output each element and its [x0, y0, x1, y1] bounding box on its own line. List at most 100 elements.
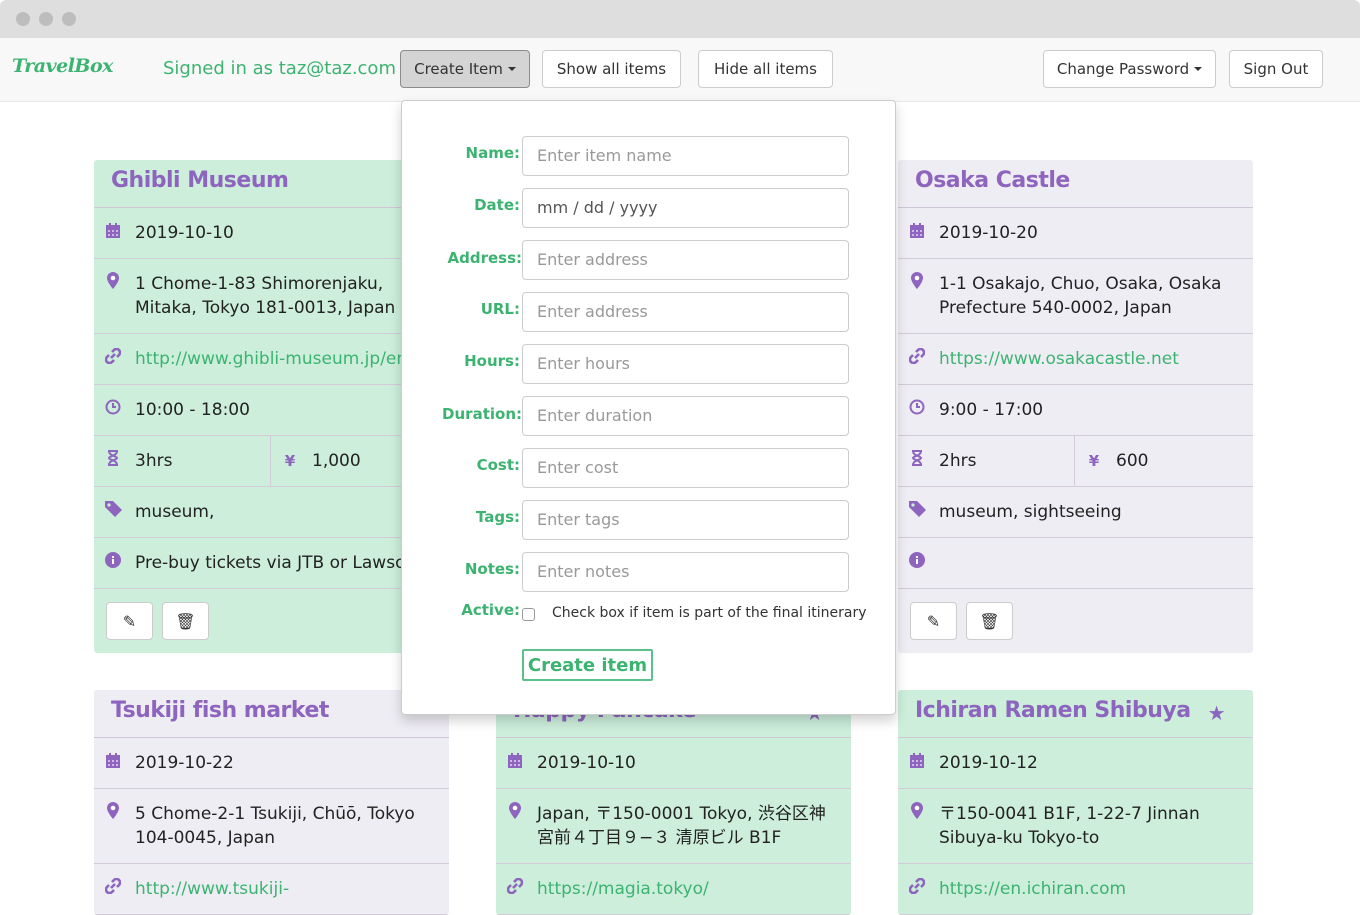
card-title: Ghibli Museum	[94, 160, 449, 208]
minimize-window-button[interactable]	[39, 12, 53, 26]
window-titlebar	[0, 0, 1360, 38]
field-input[interactable]: Enter duration	[522, 396, 849, 436]
map-pin-icon	[908, 802, 926, 826]
field-label: URL:	[480, 300, 520, 318]
card-notes-row	[898, 538, 1253, 589]
close-window-button[interactable]	[16, 12, 30, 26]
create-item-label: Create Item	[414, 60, 503, 78]
field-placeholder: Enter notes	[537, 562, 630, 581]
card-tags: museum, sightseeing	[939, 502, 1122, 522]
card-duration-cost-row: 3hrs ¥1,000	[94, 436, 449, 487]
field-input[interactable]: mm / dd / yyyy	[522, 188, 849, 228]
card-url-row: https://en.ichiran.com	[898, 864, 1253, 915]
card-url-link[interactable]: http://www.tsukiji-	[135, 877, 289, 901]
item-card: Ghibli Museum 2019-10-10 1 Chome-1-83 Sh…	[94, 160, 449, 653]
card-title: Osaka Castle	[898, 160, 1253, 208]
card-date: 2019-10-10	[135, 223, 234, 243]
field-input[interactable]: Enter tags	[522, 500, 849, 540]
caret-down-icon	[1194, 67, 1203, 71]
card-title-text: Ghibli Museum	[111, 168, 289, 193]
calendar-icon	[908, 221, 926, 245]
hourglass-icon	[104, 449, 122, 473]
form-row: Hours: Enter hours	[402, 344, 897, 384]
trash-icon: 🗑	[175, 611, 196, 631]
delete-button[interactable]: 🗑	[162, 602, 209, 640]
edit-button[interactable]: ✎	[106, 602, 153, 640]
card-actions: ✎ 🗑	[94, 589, 449, 653]
card-tags-row: museum, sightseeing	[898, 487, 1253, 538]
card-title-text: Ichiran Ramen Shibuya	[915, 698, 1191, 723]
card-url-link[interactable]: https://www.osakacastle.net	[939, 347, 1179, 371]
field-label: Tags:	[475, 508, 520, 526]
card-duration-cost-row: 2hrs ¥600	[898, 436, 1253, 487]
edit-button[interactable]: ✎	[910, 602, 957, 640]
card-date: 2019-10-20	[939, 223, 1038, 243]
field-placeholder: Enter tags	[537, 510, 620, 529]
map-pin-icon	[908, 272, 926, 296]
sign-out-button[interactable]: Sign Out	[1229, 50, 1323, 88]
form-row: Date: mm / dd / yyyy	[402, 188, 897, 228]
active-checkbox[interactable]	[522, 608, 535, 621]
card-url-row: https://www.osakacastle.net	[898, 334, 1253, 385]
navbar: TravelBox Signed in as taz@taz.com Creat…	[0, 38, 1360, 102]
change-password-dropdown-button[interactable]: Change Password	[1043, 50, 1216, 88]
card-title: Tsukiji fish market	[94, 690, 449, 738]
field-placeholder: Enter address	[537, 250, 648, 269]
yen-icon: ¥	[284, 452, 296, 470]
form-row: Duration: Enter duration	[402, 396, 897, 436]
field-input[interactable]: Enter cost	[522, 448, 849, 488]
star-icon[interactable]: ★	[1208, 701, 1226, 725]
card-address: 1 Chome-1-83 Shimorenjaku, Mitaka, Tokyo …	[135, 272, 395, 320]
card-date-row: 2019-10-12	[898, 738, 1253, 789]
card-url-row: https://magia.tokyo/	[496, 864, 851, 915]
form-row: Name: Enter item name	[402, 136, 897, 176]
card-hours-row: 9:00 - 17:00	[898, 385, 1253, 436]
card-url-link[interactable]: https://magia.tokyo/	[537, 877, 709, 901]
active-hint: Check box if item is part of the final i…	[552, 605, 867, 621]
pencil-icon: ✎	[122, 611, 137, 631]
clock-icon	[104, 398, 122, 422]
card-title: Ichiran Ramen Shibuya ★	[898, 690, 1253, 738]
field-input[interactable]: Enter notes	[522, 552, 849, 592]
link-icon	[908, 347, 926, 371]
hide-all-items-button[interactable]: Hide all items	[698, 50, 833, 88]
card-title-text: Osaka Castle	[915, 168, 1070, 193]
create-item-dropdown-button[interactable]: Create Item	[400, 50, 530, 88]
card-hours: 9:00 - 17:00	[939, 400, 1044, 420]
card-hours-row: 10:00 - 18:00	[94, 385, 449, 436]
card-date: 2019-10-22	[135, 753, 234, 773]
create-item-submit-button[interactable]: Create item	[522, 649, 653, 681]
brand-logo[interactable]: TravelBox	[12, 55, 113, 77]
tag-icon	[104, 500, 122, 524]
field-input[interactable]: Enter item name	[522, 136, 849, 176]
zoom-window-button[interactable]	[62, 12, 76, 26]
clock-icon	[908, 398, 926, 422]
card-address-row: 〒150-0041 B1F, 1-22-7 Jinnan Sibuya-ku To…	[898, 789, 1253, 864]
field-placeholder: Enter duration	[537, 406, 653, 425]
card-url-link[interactable]: http://www.ghibli-museum.jp/en/	[135, 347, 413, 371]
card-address: 〒150-0041 B1F, 1-22-7 Jinnan Sibuya-ku To…	[939, 802, 1200, 850]
form-row: Notes: Enter notes	[402, 552, 897, 592]
map-pin-icon	[506, 802, 524, 826]
link-icon	[104, 347, 122, 371]
delete-button[interactable]: 🗑	[966, 602, 1013, 640]
show-all-items-button[interactable]: Show all items	[542, 50, 681, 88]
tag-icon	[908, 500, 926, 524]
card-date-row: 2019-10-10	[496, 738, 851, 789]
field-placeholder: Enter hours	[537, 354, 631, 373]
card-hours: 10:00 - 18:00	[135, 400, 250, 420]
item-card: Happy Pancake★ 2019-10-10 Japan, 〒150-00…	[496, 690, 851, 915]
field-input[interactable]: Enter hours	[522, 344, 849, 384]
field-input[interactable]: Enter address	[522, 292, 849, 332]
caret-down-icon	[507, 67, 516, 71]
form-row: URL: Enter address	[402, 292, 897, 332]
card-address-row: Japan, 〒150-0001 Tokyo, 渋谷区神 宮前４丁目９−３ 清原ビ…	[496, 789, 851, 864]
field-input[interactable]: Enter address	[522, 240, 849, 280]
card-date-row: 2019-10-20	[898, 208, 1253, 259]
field-label: Cost:	[476, 456, 520, 474]
card-url-link[interactable]: https://en.ichiran.com	[939, 877, 1126, 901]
field-placeholder: Enter address	[537, 302, 648, 321]
info-icon	[908, 551, 926, 575]
card-url-row: http://www.tsukiji-	[94, 864, 449, 915]
card-tags-row: museum,	[94, 487, 449, 538]
